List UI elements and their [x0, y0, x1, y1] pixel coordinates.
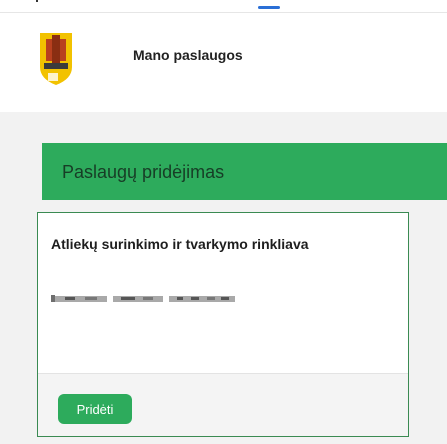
header-title: Mano paslaugos: [133, 47, 243, 63]
top-strip: [0, 0, 447, 12]
section-banner: Paslaugų pridėjimas: [42, 143, 447, 200]
service-title: Atliekų surinkimo ir tvarkymo rinkliava: [51, 236, 309, 252]
top-strip-mark: [36, 0, 38, 2]
coat-of-arms-icon: [36, 29, 76, 87]
redacted-description: [51, 295, 235, 302]
service-card: Atliekų surinkimo ir tvarkymo rinkliava …: [37, 212, 409, 437]
add-service-button[interactable]: Pridėti: [58, 394, 132, 424]
top-strip-link-mark: [258, 6, 280, 9]
section-title: Paslaugų pridėjimas: [62, 162, 225, 182]
page-header: Mano paslaugos: [0, 12, 447, 112]
card-footer: Pridėti: [38, 373, 408, 436]
